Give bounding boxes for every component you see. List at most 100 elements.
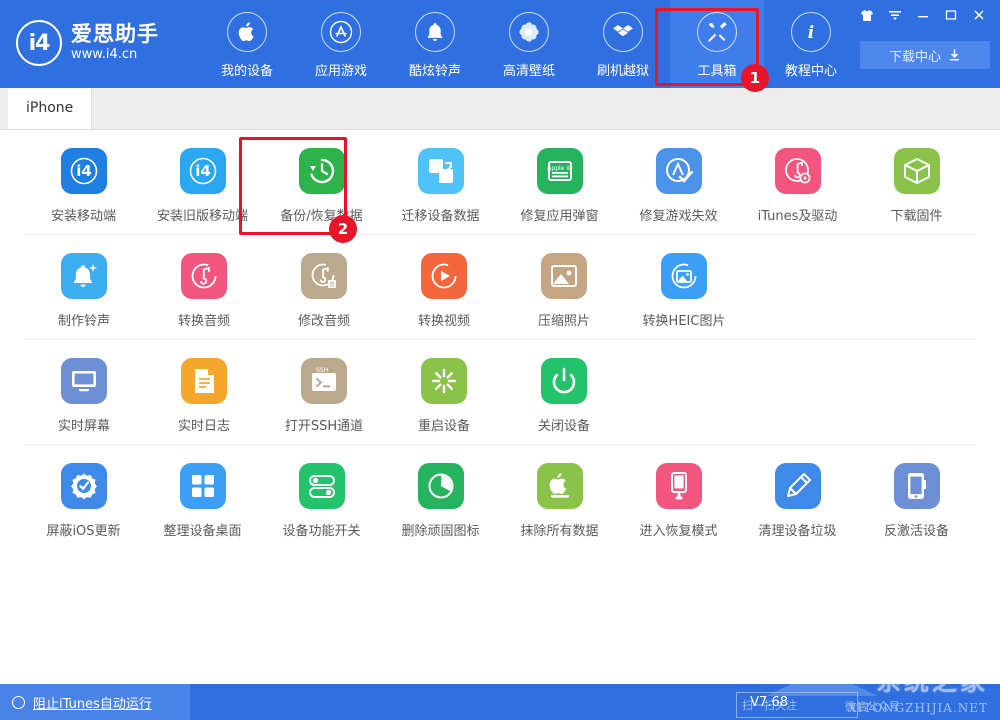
menu-icon[interactable] xyxy=(882,4,908,26)
erase-all-icon xyxy=(537,463,583,509)
svg-text:i4: i4 xyxy=(76,162,92,180)
appstore-fix-icon xyxy=(656,148,702,194)
close-icon[interactable] xyxy=(966,4,992,26)
nav-label: 教程中心 xyxy=(785,60,837,79)
nav-item-apps-games[interactable]: 应用游戏 xyxy=(294,0,388,88)
brand-name: 爱思助手 xyxy=(71,23,159,45)
nav-item-my-device[interactable]: 我的设备 xyxy=(200,0,294,88)
tool-fix-app-popup[interactable]: Apple ID 修复应用弹窗 xyxy=(500,148,619,224)
annotation-badge-1: 1 xyxy=(741,64,769,92)
toolbox-content: i4 安装移动端 i4 安装旧版移动端 备份/恢复数据 迁移设 xyxy=(0,130,1000,684)
restart-device-icon xyxy=(421,358,467,404)
tool-label: 修复应用弹窗 xyxy=(520,205,598,224)
tool-label: 重启设备 xyxy=(418,415,470,434)
tool-label: 删除顽固图标 xyxy=(401,520,479,539)
tool-live-screen[interactable]: 实时屏幕 xyxy=(24,358,144,434)
nav-label: 工具箱 xyxy=(697,60,736,79)
nav-label: 高清壁纸 xyxy=(503,60,555,79)
maximize-icon[interactable] xyxy=(938,4,964,26)
tool-migrate-device-data[interactable]: 迁移设备数据 xyxy=(381,148,500,224)
apple-icon xyxy=(227,12,267,52)
tool-erase-all-data[interactable]: 抹除所有数据 xyxy=(500,463,619,539)
brand-logo-area: i4 爱思助手 www.i4.cn xyxy=(16,20,186,66)
nav-label: 应用游戏 xyxy=(315,60,367,79)
organize-desktop-icon xyxy=(180,463,226,509)
brand-url: www.i4.cn xyxy=(71,47,159,63)
tool-power-off-device[interactable]: 关闭设备 xyxy=(504,358,624,434)
block-itunes-toggle[interactable]: 阻止iTunes自动运行 xyxy=(0,684,190,720)
tab-iphone[interactable]: iPhone xyxy=(8,87,92,129)
watermark-en-text: XITONGZHIJIA.NET xyxy=(848,701,988,715)
app-header: i4 爱思助手 www.i4.cn 我的设备 应用游戏 xyxy=(0,0,1000,88)
nav-item-jailbreak[interactable]: 刷机越狱 xyxy=(576,0,670,88)
tool-clean-junk[interactable]: 清理设备垃圾 xyxy=(738,463,857,539)
tool-compress-photos[interactable]: 压缩照片 xyxy=(504,253,624,329)
tool-label: 安装旧版移动端 xyxy=(157,205,248,224)
bell-icon xyxy=(415,12,455,52)
nav-item-tutorials[interactable]: i 教程中心 xyxy=(764,0,858,88)
tools-icon xyxy=(697,12,737,52)
block-update-icon xyxy=(61,463,107,509)
tool-open-ssh[interactable]: SSH 打开SSH通道 xyxy=(264,358,384,434)
tool-fix-game-failure[interactable]: 修复游戏失效 xyxy=(619,148,738,224)
tool-label: 转换HEIC图片 xyxy=(643,310,726,329)
watermark-sub-text: 微信公众号 xyxy=(845,698,900,714)
tool-feature-toggles[interactable]: 设备功能开关 xyxy=(262,463,381,539)
svg-text:Apple ID: Apple ID xyxy=(547,165,573,172)
minimize-icon[interactable] xyxy=(910,4,936,26)
heic-convert-icon xyxy=(661,253,707,299)
tool-live-log[interactable]: 实时日志 xyxy=(144,358,264,434)
tool-label: 转换视频 xyxy=(418,310,470,329)
itunes-driver-icon xyxy=(775,148,821,194)
tool-label: 压缩照片 xyxy=(538,310,590,329)
tool-enter-recovery-mode[interactable]: 进入恢复模式 xyxy=(619,463,738,539)
tool-restart-device[interactable]: 重启设备 xyxy=(384,358,504,434)
delete-icon-icon xyxy=(418,463,464,509)
feature-toggle-icon xyxy=(299,463,345,509)
tool-organize-desktop[interactable]: 整理设备桌面 xyxy=(143,463,262,539)
appstore-icon xyxy=(321,12,361,52)
tool-itunes-drivers[interactable]: iTunes及驱动 xyxy=(738,148,857,224)
tool-row-2: 制作铃声 转换音频 自 修改音频 转换视频 xyxy=(24,235,976,340)
tool-deactivate-device[interactable]: 反激活设备 xyxy=(857,463,976,539)
backup-restore-icon xyxy=(299,148,345,194)
photo-compress-icon xyxy=(541,253,587,299)
tool-convert-audio[interactable]: 转换音频 xyxy=(144,253,264,329)
tool-make-ringtone[interactable]: 制作铃声 xyxy=(24,253,144,329)
block-itunes-label: 阻止iTunes自动运行 xyxy=(33,693,152,712)
tool-delete-stubborn-icons[interactable]: 删除顽固图标 xyxy=(381,463,500,539)
tool-backup-restore[interactable]: 备份/恢复数据 xyxy=(262,148,381,224)
tool-install-legacy-client[interactable]: i4 安装旧版移动端 xyxy=(143,148,262,224)
audio-convert-icon xyxy=(181,253,227,299)
tool-label: 设备功能开关 xyxy=(282,520,360,539)
nav-item-wallpapers[interactable]: 高清壁纸 xyxy=(482,0,576,88)
tool-convert-video[interactable]: 转换视频 xyxy=(384,253,504,329)
tool-row-4: 屏蔽iOS更新 整理设备桌面 设备功能开关 删除顽固图标 xyxy=(24,445,976,549)
flower-icon xyxy=(509,12,549,52)
annotation-badge-2: 2 xyxy=(329,215,357,243)
tool-label: 修改音频 xyxy=(298,310,350,329)
app-window: i4 爱思助手 www.i4.cn 我的设备 应用游戏 xyxy=(0,0,1000,720)
tool-download-firmware[interactable]: 下载固件 xyxy=(857,148,976,224)
tool-label: 反激活设备 xyxy=(884,520,949,539)
tool-install-mobile-client[interactable]: i4 安装移动端 xyxy=(24,148,143,224)
skin-icon[interactable] xyxy=(854,4,880,26)
tool-edit-audio[interactable]: 自 修改音频 xyxy=(264,253,384,329)
download-center-button[interactable]: 下载中心 xyxy=(860,41,990,69)
tool-label: 迁移设备数据 xyxy=(401,205,479,224)
tool-label: 打开SSH通道 xyxy=(285,415,363,434)
toggle-circle-icon xyxy=(12,696,25,709)
live-screen-icon xyxy=(61,358,107,404)
svg-text:自: 自 xyxy=(329,281,335,289)
brand-logo-text: i4 xyxy=(29,31,50,56)
tool-block-ios-update[interactable]: 屏蔽iOS更新 xyxy=(24,463,143,539)
tool-convert-heic[interactable]: 转换HEIC图片 xyxy=(624,253,744,329)
audio-edit-icon: 自 xyxy=(301,253,347,299)
tool-label: 清理设备垃圾 xyxy=(758,520,836,539)
nav-item-ringtones[interactable]: 酷炫铃声 xyxy=(388,0,482,88)
window-controls xyxy=(854,4,992,26)
deactivate-icon xyxy=(894,463,940,509)
tab-label: iPhone xyxy=(26,100,73,116)
svg-text:i: i xyxy=(808,23,814,43)
nav-label: 刷机越狱 xyxy=(597,60,649,79)
